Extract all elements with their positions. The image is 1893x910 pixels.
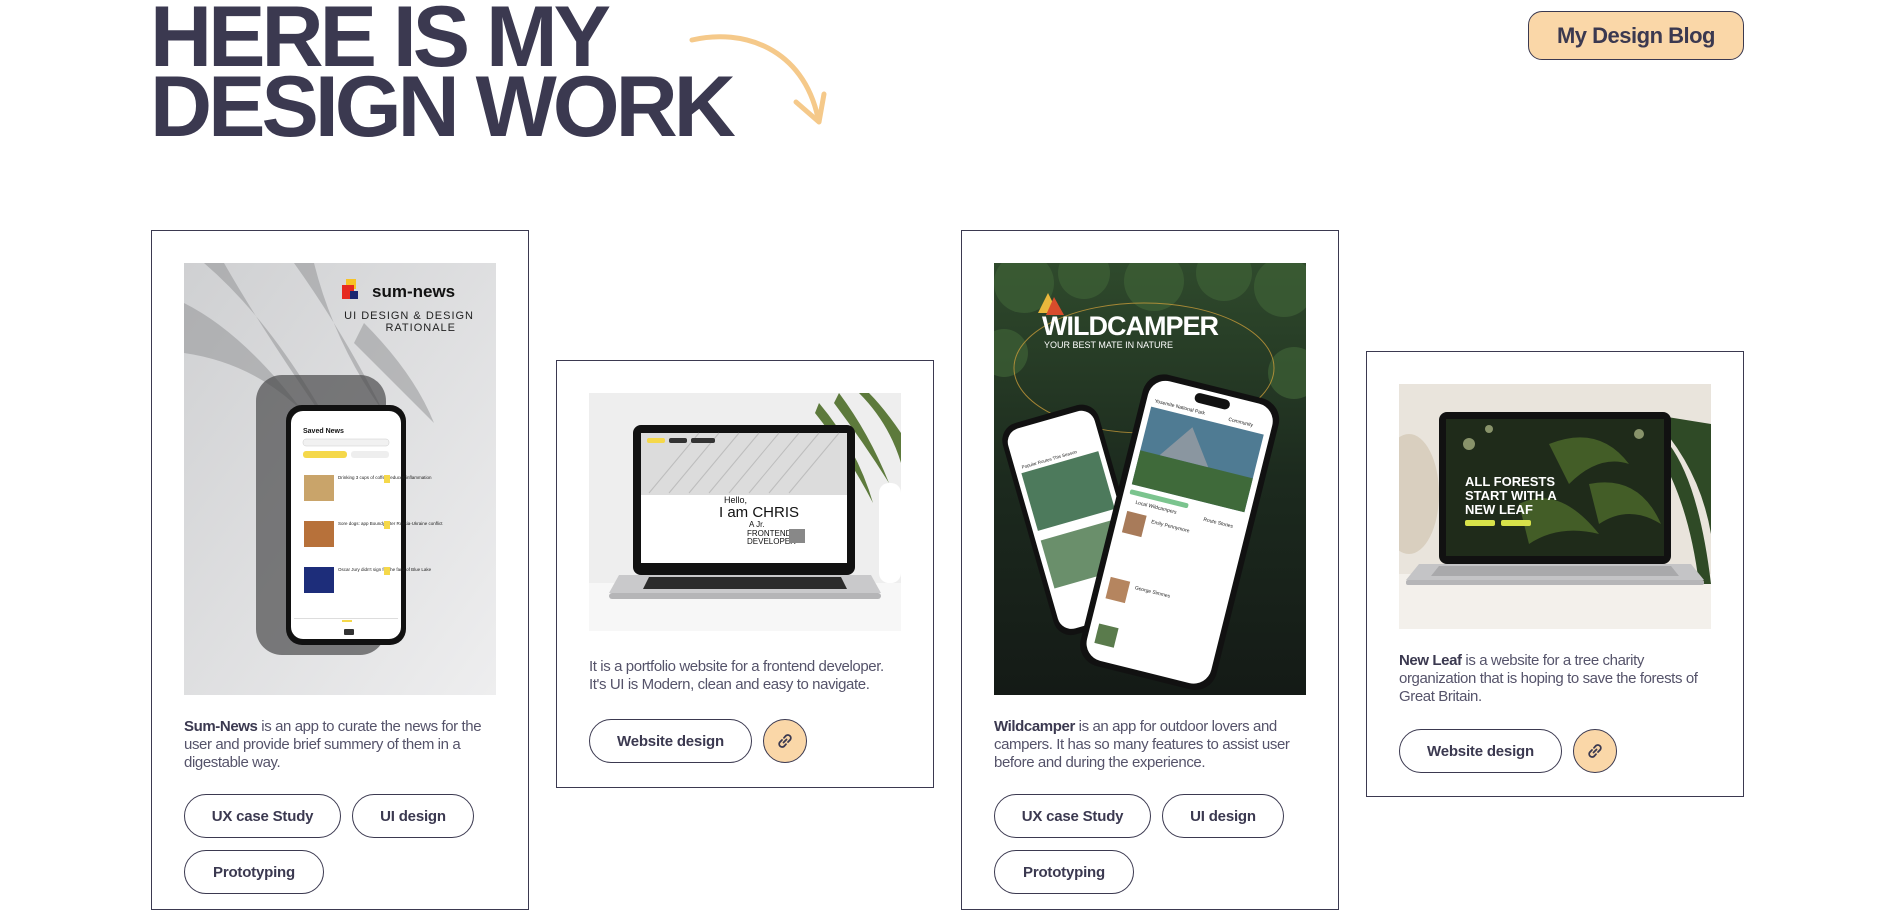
new-leaf-mockup: ALL FORESTS START WITH A NEW LEAF: [1399, 384, 1711, 629]
mockup-tagline: YOUR BEST MATE IN NATURE: [1044, 340, 1173, 350]
portfolio-mockup: Hello, I am CHRIS A Jr. FRONTEND DEVELOP…: [589, 393, 901, 631]
project-card-portfolio: Hello, I am CHRIS A Jr. FRONTEND DEVELOP…: [556, 360, 934, 788]
project-description: It is a portfolio website for a frontend…: [589, 658, 884, 693]
project-card-sum-news: Saved News Drinking 3 cups of coffee red…: [151, 230, 529, 910]
ux-case-study-button[interactable]: UX case Study: [184, 794, 341, 838]
ux-case-study-button[interactable]: UX case Study: [994, 794, 1151, 838]
project-description: Sum-News is an app to curate the news fo…: [184, 718, 482, 771]
mockup-screen-title: Saved News: [303, 428, 344, 435]
project-description: New Leaf is a website for a tree charity…: [1399, 652, 1698, 705]
portfolio-thumbnail[interactable]: Hello, I am CHRIS A Jr. FRONTEND DEVELOP…: [589, 393, 901, 631]
page-title: HERE IS MY DESIGN WORK: [150, 0, 736, 155]
project-name: Sum-News: [184, 718, 258, 735]
mockup-subtitle-2: RATIONALE: [385, 322, 456, 334]
project-description: Wildcamper is an app for outdoor lovers …: [994, 718, 1290, 771]
design-blog-button[interactable]: My Design Blog: [1528, 11, 1744, 60]
project-card-wildcamper: WILDCAMPER YOUR BEST MATE IN NATURE Popu…: [961, 230, 1339, 910]
website-design-button[interactable]: Website design: [589, 719, 752, 763]
project-card-new-leaf: ALL FORESTS START WITH A NEW LEAF New Le…: [1366, 351, 1744, 797]
mockup-logo: sum-news: [372, 282, 455, 301]
mockup-role-3: DEVELOPER: [747, 537, 796, 546]
mockup-brand: WILDCAMPER: [1042, 311, 1218, 341]
prototyping-button[interactable]: Prototyping: [994, 850, 1134, 894]
ui-design-button[interactable]: UI design: [352, 794, 474, 838]
project-name: New Leaf: [1399, 652, 1462, 669]
prototyping-button[interactable]: Prototyping: [184, 850, 324, 894]
curved-arrow-icon: [689, 34, 827, 125]
mockup-role-1: A Jr.: [749, 520, 765, 529]
mockup-headline-3: NEW LEAF: [1465, 502, 1533, 517]
new-leaf-thumbnail[interactable]: ALL FORESTS START WITH A NEW LEAF: [1399, 384, 1711, 629]
link-icon: [1588, 744, 1602, 758]
sum-news-mockup: Saved News Drinking 3 cups of coffee red…: [184, 263, 496, 695]
link-icon: [778, 734, 792, 748]
project-link-button[interactable]: [1573, 729, 1617, 773]
mockup-headline-1: ALL FORESTS: [1465, 474, 1555, 489]
mockup-headline-2: START WITH A: [1465, 488, 1557, 503]
project-link-button[interactable]: [763, 719, 807, 763]
sum-news-thumbnail[interactable]: Saved News Drinking 3 cups of coffee red…: [184, 263, 496, 695]
mockup-news-item-2: Sore dogs: app Boundy after Russia-Ukrai…: [338, 521, 443, 526]
mockup-name: I am CHRIS: [719, 504, 799, 521]
wildcamper-thumbnail[interactable]: WILDCAMPER YOUR BEST MATE IN NATURE Popu…: [994, 263, 1306, 695]
website-design-button[interactable]: Website design: [1399, 729, 1562, 773]
wildcamper-mockup: WILDCAMPER YOUR BEST MATE IN NATURE Popu…: [994, 263, 1306, 695]
page-title-line-2: DESIGN WORK: [150, 59, 736, 155]
mockup-subtitle-1: UI DESIGN & DESIGN: [344, 310, 474, 322]
ui-design-button[interactable]: UI design: [1162, 794, 1284, 838]
project-name: Wildcamper: [994, 718, 1075, 735]
